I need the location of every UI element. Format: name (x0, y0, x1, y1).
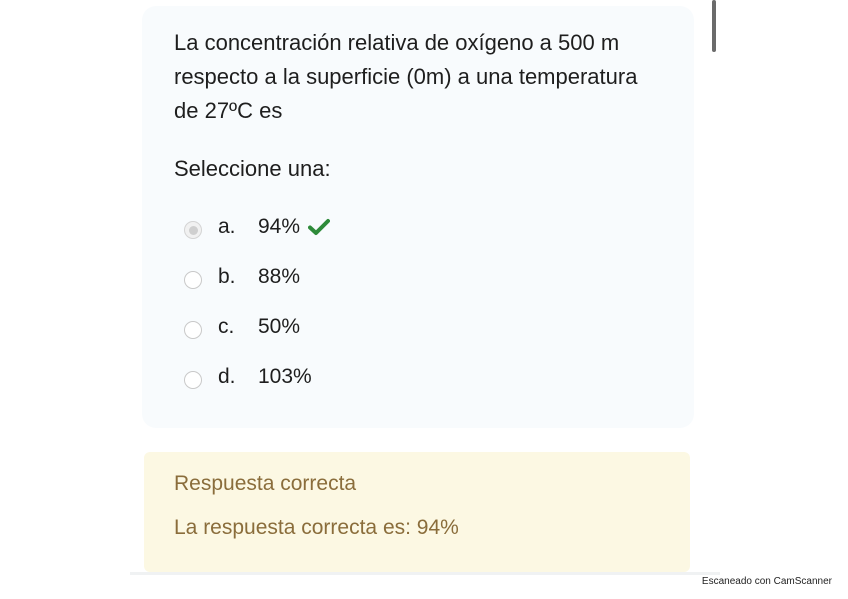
radio-option-d[interactable] (184, 371, 202, 389)
option-letter: d. (218, 365, 236, 388)
option-text: 94% (258, 215, 301, 238)
option-text: 88% (258, 265, 301, 288)
radio-option-b[interactable] (184, 271, 202, 289)
option-letter: c. (218, 315, 235, 338)
option-letter: b. (218, 265, 236, 288)
watermark-text: Escaneado con CamScanner (701, 576, 832, 587)
question-card: La concentración relativa de oxígeno a 5… (142, 6, 694, 428)
divider (130, 572, 720, 575)
feedback-card: Respuesta correcta La respuesta correcta… (144, 452, 690, 572)
option-text: 50% (258, 315, 301, 338)
scrollbar-thumb[interactable] (712, 0, 716, 52)
option-d[interactable]: d. 103% (184, 352, 312, 402)
option-a[interactable]: a. 94% (184, 202, 331, 252)
option-text-wrap: 94% (258, 215, 331, 239)
quiz-page: La concentración relativa de oxígeno a 5… (0, 0, 848, 599)
radio-option-a[interactable] (184, 221, 202, 239)
select-prompt: Seleccione una: (174, 156, 331, 181)
question-text: La concentración relativa de oxígeno a 5… (174, 30, 638, 123)
option-text: 103% (258, 365, 312, 388)
radio-option-c[interactable] (184, 321, 202, 339)
feedback-status: Respuesta correcta (174, 472, 357, 495)
option-c[interactable]: c. 50% (184, 302, 300, 352)
check-icon (308, 219, 331, 235)
feedback-correct-answer: La respuesta correcta es: 94% (174, 516, 459, 539)
option-letter: a. (218, 215, 236, 238)
answer-options: a. 94% b. 88% c. 50% d. 103% (184, 202, 331, 402)
option-b[interactable]: b. 88% (184, 252, 300, 302)
